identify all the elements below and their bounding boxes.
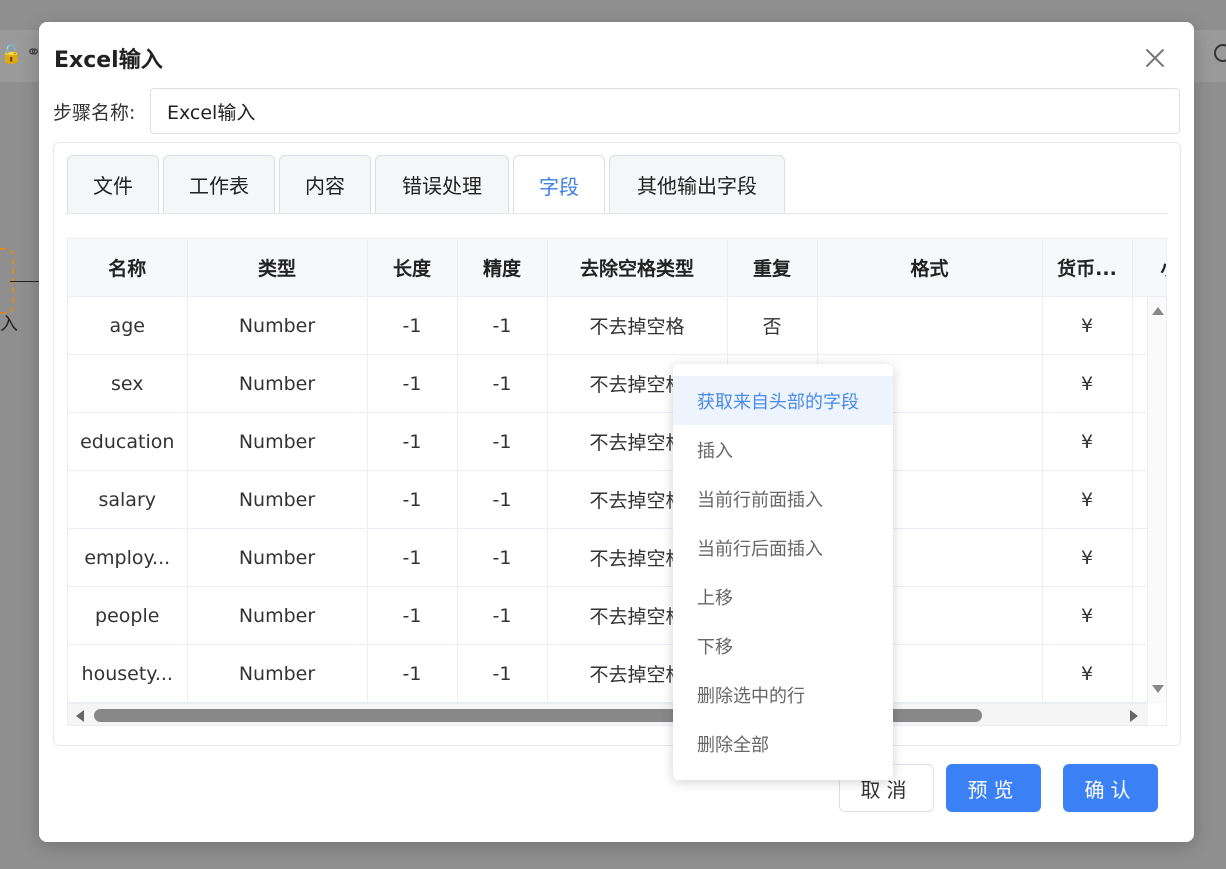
cell-precision[interactable]: -1 <box>457 354 548 413</box>
cell-currency[interactable]: ¥ <box>1042 528 1133 587</box>
cell-precision[interactable]: -1 <box>457 644 548 703</box>
preview-button[interactable]: 预览 <box>946 764 1041 812</box>
cell-currency[interactable]: ¥ <box>1042 296 1133 355</box>
table-row[interactable]: education Number -1 -1 不去掉空格 ¥ <box>68 412 1166 471</box>
settings-panel: 文件 工作表 内容 错误处理 字段 其他输出字段 名称 类型 长度 精度 去除空… <box>53 142 1181 746</box>
column-header-precision[interactable]: 精度 <box>457 239 548 297</box>
table-header-row: 名称 类型 长度 精度 去除空格类型 重复 格式 货币... 小 <box>68 239 1166 297</box>
background-flow-connector <box>10 281 40 282</box>
lock-icon: 🔓 <box>0 44 23 65</box>
cell-trim-type[interactable]: 不去掉空格 <box>547 296 728 355</box>
column-header-repeat[interactable]: 重复 <box>727 239 818 297</box>
column-header-type[interactable]: 类型 <box>187 239 368 297</box>
fields-table: 名称 类型 长度 精度 去除空格类型 重复 格式 货币... 小 age Num <box>67 238 1167 726</box>
tab-error-handling[interactable]: 错误处理 <box>375 155 509 213</box>
cell-name[interactable]: salary <box>68 470 188 529</box>
horizontal-scrollbar[interactable] <box>68 703 1148 725</box>
cell-format[interactable] <box>817 296 1043 355</box>
tab-worksheet[interactable]: 工作表 <box>163 155 275 213</box>
tab-file[interactable]: 文件 <box>67 155 159 213</box>
cell-precision[interactable]: -1 <box>457 296 548 355</box>
column-header-decimal[interactable]: 小 <box>1132 239 1166 297</box>
cell-length[interactable]: -1 <box>367 470 458 529</box>
column-header-currency[interactable]: 货币... <box>1042 239 1133 297</box>
step-name-label: 步骤名称: <box>53 102 136 124</box>
cell-currency[interactable]: ¥ <box>1042 412 1133 471</box>
cell-currency[interactable]: ¥ <box>1042 644 1133 703</box>
table-row[interactable]: people Number -1 -1 不去掉空格 ¥ <box>68 586 1166 645</box>
menu-item-delete-selected[interactable]: 删除选中的行 <box>673 670 893 719</box>
cell-currency[interactable]: ¥ <box>1042 470 1133 529</box>
tabs-underline <box>66 213 1168 214</box>
tab-other-output-fields[interactable]: 其他输出字段 <box>609 155 785 213</box>
cell-name[interactable]: education <box>68 412 188 471</box>
table-row[interactable]: sex Number -1 -1 不去掉空格 ¥ <box>68 354 1166 413</box>
cell-precision[interactable]: -1 <box>457 528 548 587</box>
column-header-format[interactable]: 格式 <box>817 239 1043 297</box>
cell-currency[interactable]: ¥ <box>1042 586 1133 645</box>
table-row[interactable]: housety... Number -1 -1 不去掉空格 ¥ <box>68 644 1166 703</box>
scroll-down-icon[interactable] <box>1152 685 1164 693</box>
context-menu: 获取来自头部的字段 插入 当前行前面插入 当前行后面插入 上移 下移 删除选中的… <box>673 364 893 780</box>
cell-precision[interactable]: -1 <box>457 586 548 645</box>
column-header-name[interactable]: 名称 <box>68 239 188 297</box>
tab-bar: 文件 工作表 内容 错误处理 字段 其他输出字段 <box>67 155 785 214</box>
cell-length[interactable]: -1 <box>367 354 458 413</box>
cell-length[interactable]: -1 <box>367 296 458 355</box>
cell-name[interactable]: housety... <box>68 644 188 703</box>
cell-type[interactable]: Number <box>187 644 368 703</box>
menu-item-delete-all[interactable]: 删除全部 <box>673 719 893 768</box>
cell-name[interactable]: people <box>68 586 188 645</box>
step-name-input[interactable] <box>150 88 1180 134</box>
cell-type[interactable]: Number <box>187 354 368 413</box>
tab-fields[interactable]: 字段 <box>513 155 605 214</box>
tab-content[interactable]: 内容 <box>279 155 371 213</box>
cell-type[interactable]: Number <box>187 528 368 587</box>
cell-length[interactable]: -1 <box>367 412 458 471</box>
close-icon[interactable] <box>1139 42 1171 74</box>
column-header-length[interactable]: 长度 <box>367 239 458 297</box>
scroll-left-icon[interactable] <box>76 710 84 722</box>
cell-type[interactable]: Number <box>187 412 368 471</box>
cell-type[interactable]: Number <box>187 470 368 529</box>
menu-item-insert-after[interactable]: 当前行后面插入 <box>673 523 893 572</box>
table-row[interactable]: salary Number -1 -1 不去掉空格 ¥ <box>68 470 1166 529</box>
menu-item-get-fields-from-header[interactable]: 获取来自头部的字段 <box>673 376 893 425</box>
cell-precision[interactable]: -1 <box>457 470 548 529</box>
cell-name[interactable]: age <box>68 296 188 355</box>
menu-item-move-up[interactable]: 上移 <box>673 572 893 621</box>
cell-name[interactable]: employ... <box>68 528 188 587</box>
scroll-right-icon[interactable] <box>1130 710 1138 722</box>
background-node-label: 入 <box>0 314 18 335</box>
menu-item-move-down[interactable]: 下移 <box>673 621 893 670</box>
cell-length[interactable]: -1 <box>367 528 458 587</box>
table-row[interactable]: employ... Number -1 -1 不去掉空格 ¥ <box>68 528 1166 587</box>
menu-item-insert[interactable]: 插入 <box>673 425 893 474</box>
cell-name[interactable]: sex <box>68 354 188 413</box>
cell-currency[interactable]: ¥ <box>1042 354 1133 413</box>
cell-type[interactable]: Number <box>187 586 368 645</box>
menu-item-insert-before[interactable]: 当前行前面插入 <box>673 474 893 523</box>
cell-length[interactable]: -1 <box>367 586 458 645</box>
cell-precision[interactable]: -1 <box>457 412 548 471</box>
excel-input-dialog: Excel输入 步骤名称: 文件 工作表 内容 错误处理 字段 其他输出字段 名… <box>39 22 1194 842</box>
scroll-up-icon[interactable] <box>1152 307 1164 315</box>
column-header-trim-type[interactable]: 去除空格类型 <box>547 239 728 297</box>
cell-length[interactable]: -1 <box>367 644 458 703</box>
confirm-button[interactable]: 确认 <box>1063 764 1158 812</box>
dialog-title: Excel输入 <box>54 48 163 73</box>
background-circle-icon <box>1214 44 1226 62</box>
cell-repeat[interactable]: 否 <box>727 296 818 355</box>
vertical-scrollbar[interactable] <box>1147 297 1166 703</box>
table-row[interactable]: age Number -1 -1 不去掉空格 否 ¥ <box>68 296 1166 355</box>
cell-type[interactable]: Number <box>187 296 368 355</box>
